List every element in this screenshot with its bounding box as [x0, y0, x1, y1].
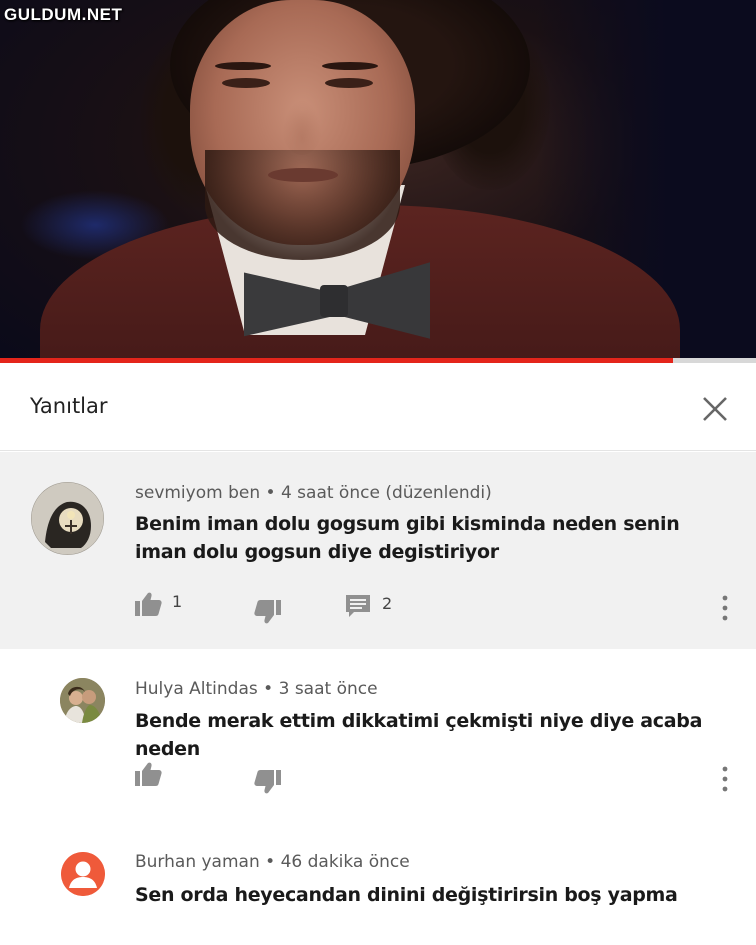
comment-author[interactable]: Hulya Altindas: [135, 679, 258, 699]
comment-meta: Burhan yaman • 46 dakika önce: [135, 852, 410, 872]
comment-item: sevmiyom ben • 4 saat önce (düzenlendi) …: [0, 452, 756, 649]
eye: [222, 78, 270, 88]
profile-photo-icon: [31, 482, 104, 555]
replies-header: Yanıtlar: [0, 363, 756, 451]
thumbs-up-icon: [135, 592, 162, 616]
watermark: GULDUM.NET: [4, 5, 123, 24]
page-title: Yanıtlar: [30, 394, 108, 418]
comment-time: 46 dakika önce: [280, 852, 410, 872]
comment-time: 4 saat önce (düzenlendi): [280, 483, 492, 503]
eyebrow: [322, 62, 378, 70]
meta-separator: •: [259, 852, 281, 872]
avatar[interactable]: [61, 852, 105, 896]
more-vertical-icon: [722, 595, 728, 621]
comment-text: Sen orda heyecandan dinini değiştirirsin…: [135, 884, 678, 906]
avatar[interactable]: [31, 482, 104, 555]
mouth: [268, 168, 338, 182]
meta-separator: •: [260, 483, 281, 503]
comment-meta: Hulya Altindas • 3 saat önce: [135, 679, 378, 699]
meta-separator: •: [257, 679, 279, 699]
comment-author[interactable]: sevmiyom ben: [135, 483, 260, 503]
dislike-button[interactable]: [254, 768, 282, 796]
like-button[interactable]: [134, 760, 162, 788]
comment-text: Benim iman dolu gogsum gibi kisminda ned…: [135, 513, 680, 563]
dislike-button[interactable]: [254, 598, 282, 626]
reply-comment-icon: [346, 595, 370, 617]
reply-count: 2: [382, 593, 393, 613]
eyebrow: [215, 62, 271, 70]
reply-button[interactable]: 2: [344, 592, 392, 620]
like-count: 1: [172, 591, 183, 611]
thumbs-up-icon: [135, 762, 162, 786]
eye: [325, 78, 373, 88]
bowtie-knot: [320, 285, 348, 317]
default-user-icon: [61, 852, 105, 896]
more-vertical-icon: [722, 766, 728, 792]
avatar[interactable]: [60, 678, 105, 723]
video-player[interactable]: GULDUM.NET: [0, 0, 756, 362]
beard: [205, 150, 400, 260]
thumbs-down-icon: [254, 770, 281, 794]
comment-time: 3 saat önce: [278, 679, 378, 699]
more-options-button[interactable]: [716, 594, 734, 622]
reply-item: Burhan yaman • 46 dakika önce Sen orda h…: [0, 824, 756, 945]
reply-item: Hulya Altindas • 3 saat önce Bende merak…: [0, 649, 756, 824]
like-button[interactable]: 1: [134, 590, 182, 618]
comment-meta: sevmiyom ben • 4 saat önce (düzenlendi): [135, 483, 492, 503]
comment-text: Bende merak ettim dikkatimi çekmişti niy…: [135, 710, 703, 760]
close-icon: [703, 397, 727, 421]
close-button[interactable]: [698, 392, 732, 426]
more-options-button[interactable]: [716, 765, 734, 793]
comment-author[interactable]: Burhan yaman: [135, 852, 260, 872]
thumbs-down-icon: [254, 600, 281, 624]
nose: [282, 100, 322, 155]
profile-photo-icon: [60, 678, 105, 723]
